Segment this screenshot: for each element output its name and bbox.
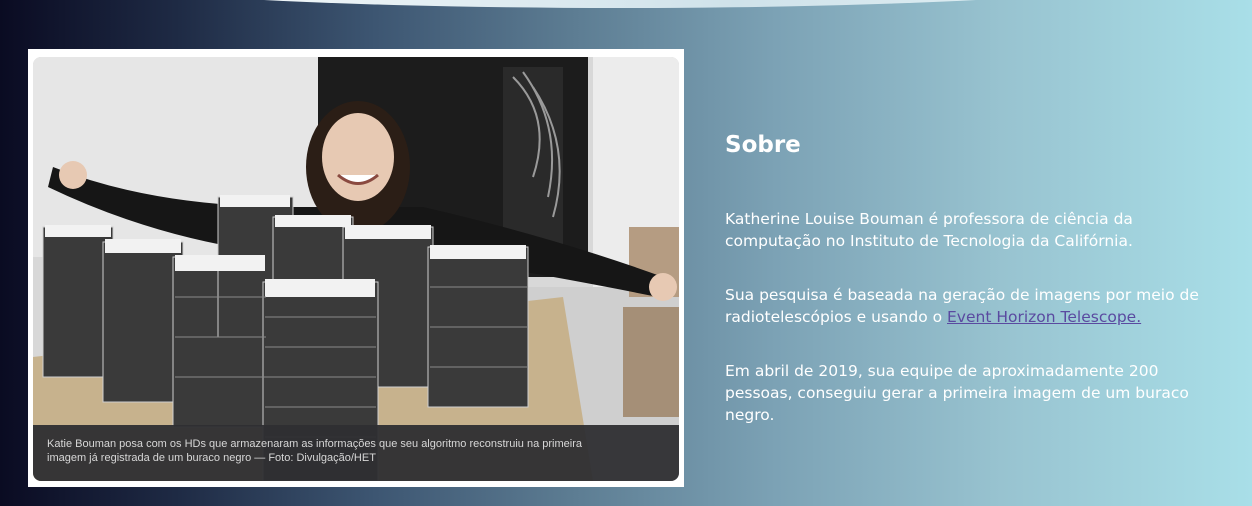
photo-illustration: [33, 57, 679, 481]
event-horizon-telescope-link[interactable]: Event Horizon Telescope.: [947, 308, 1141, 326]
researcher-photo: Katie Bouman posa com os HDs que armazen…: [33, 57, 679, 481]
about-title: Sobre: [725, 132, 801, 158]
photo-frame: Katie Bouman posa com os HDs que armazen…: [28, 49, 684, 487]
about-paragraph-3: Em abril de 2019, sua equipe de aproxima…: [725, 362, 1189, 424]
about-paragraph-2: Sua pesquisa é baseada na geração de ima…: [725, 284, 1225, 328]
caption-line-1: Katie Bouman posa com os HDs que armazen…: [47, 438, 582, 450]
photo-caption: Katie Bouman posa com os HDs que armazen…: [33, 425, 679, 481]
about-paragraph-1: Katherine Louise Bouman é professora de …: [725, 210, 1133, 250]
top-decorative-arc: [40, 0, 1200, 8]
caption-line-2: imagem já registrada de um buraco negro …: [47, 452, 376, 464]
about-section: Sobre Katherine Louise Bouman é professo…: [725, 132, 1225, 458]
